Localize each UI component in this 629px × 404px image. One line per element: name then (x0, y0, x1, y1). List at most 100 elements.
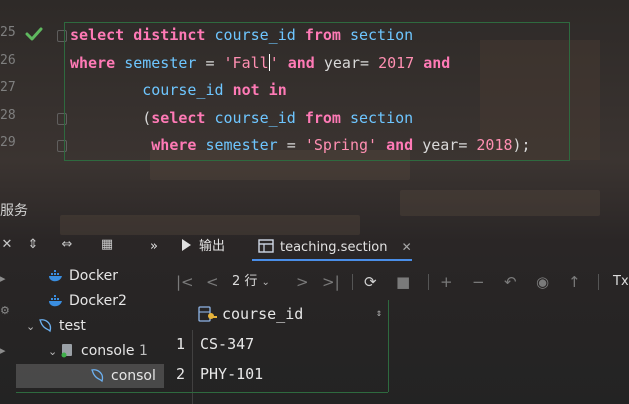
code-token: from (304, 26, 350, 44)
tab-close-icon[interactable]: ✕ (402, 240, 412, 254)
code-line[interactable]: select distinct course_id from section (70, 24, 413, 46)
docker-icon (49, 270, 62, 282)
table-cell[interactable]: PHY-101 (200, 360, 263, 388)
table-cell[interactable]: CS-347 (200, 330, 254, 358)
chevron-down-icon[interactable]: ⌄ (26, 315, 38, 339)
code-line[interactable]: (select course_id from section (70, 107, 413, 129)
code-token: 'Fall (223, 54, 269, 72)
tree-item-console-suffix: 1 (138, 343, 148, 359)
view-icon[interactable]: ◉ (536, 270, 549, 294)
code-line[interactable]: where semester = 'Fall' and year= 2017 a… (70, 52, 450, 74)
tab-teaching-section-label: teaching.section (280, 240, 388, 255)
code-token: section (349, 109, 414, 127)
code-token: not in (232, 81, 287, 99)
code-token: 'Spring' (304, 136, 387, 154)
refresh-icon[interactable]: ⟳ (364, 270, 377, 294)
code-line[interactable]: where semester = 'Spring' and year= 2018… (70, 134, 530, 156)
wallpaper-desk (60, 215, 360, 235)
pin-icon[interactable]: ▸ (0, 344, 12, 357)
code-token: select (151, 109, 215, 127)
tree-item-console-child[interactable]: consol (16, 364, 164, 388)
revert-icon[interactable]: ↶ (504, 270, 517, 294)
tree-item-docker[interactable]: Docker (48, 264, 118, 288)
tree-item-console-child-label: consol (111, 368, 156, 384)
delete-row-icon[interactable]: − (472, 270, 485, 294)
submit-icon[interactable]: ↑ (568, 270, 581, 294)
line-number: 29 (0, 135, 16, 150)
code-token: year= (323, 54, 379, 72)
editor-gutter: 25 26 27 28 29 (0, 18, 67, 164)
console-icon (61, 344, 72, 358)
stop-icon[interactable]: ■ (396, 270, 410, 294)
side-strip: ▸ ⚙ ▸ (0, 260, 14, 404)
toolbar-separator (428, 274, 429, 290)
play-icon (182, 239, 191, 251)
tree-item-docker2-label: Docker2 (69, 293, 127, 309)
toolbar-separator (352, 274, 353, 290)
docker-icon (49, 295, 62, 307)
code-token: and (386, 136, 423, 154)
database-connection-icon (39, 319, 52, 333)
previous-page-icon[interactable]: < (206, 270, 219, 294)
expand-all-icon[interactable]: ⇕ (24, 236, 42, 254)
code-token: section (349, 26, 414, 44)
code-token: course_id (214, 26, 305, 44)
code-token: = (286, 136, 305, 154)
code-token: and (287, 54, 324, 72)
code-token: 2018 (476, 136, 513, 154)
tree-item-console-label: console (81, 343, 135, 359)
active-tab-indicator (252, 259, 412, 261)
tree-item-docker-label: Docker (69, 268, 119, 284)
code-token: ' (269, 54, 288, 72)
tab-output[interactable]: 输出 (182, 236, 225, 258)
group-by-icon[interactable]: ▦ (98, 236, 116, 254)
expand-icon[interactable]: ▸ (0, 272, 12, 285)
code-token: select distinct (70, 26, 215, 44)
code-token: and (423, 54, 451, 72)
code-token: course_id (214, 109, 305, 127)
services-panel-title: 服务 (0, 203, 28, 219)
line-number: 25 (0, 25, 16, 40)
sql-editor[interactable]: 25 26 27 28 29 select distinct course_id… (0, 18, 629, 164)
add-row-icon[interactable]: + (440, 270, 453, 294)
code-token: year= (422, 136, 477, 154)
tabs-overflow-button[interactable]: » (150, 236, 158, 258)
services-tree: Docker Docker2 ⌄ test ⌄ console 1 consol (16, 262, 164, 404)
line-number: 27 (0, 80, 16, 95)
tree-item-test[interactable]: ⌄ test (26, 314, 86, 338)
tab-output-label: 输出 (199, 239, 226, 254)
close-icon[interactable]: ✕ (0, 236, 16, 254)
last-page-icon[interactable]: >| (322, 270, 340, 294)
sort-icon[interactable]: ⇕ (376, 302, 382, 326)
transaction-mode-label[interactable]: Tx (613, 270, 629, 294)
tree-item-console[interactable]: ⌄ console 1 (48, 339, 148, 363)
selection-frame (388, 300, 389, 392)
code-token: from (304, 109, 350, 127)
code-line[interactable]: course_id not in (70, 79, 287, 101)
row-number: 2 (176, 365, 186, 383)
rows-count-select[interactable]: 2 行 ⌄ (232, 270, 270, 294)
rows-count-label: 2 行 (232, 274, 258, 289)
code-token: semester (205, 136, 287, 154)
result-toolbar: |< < 2 行 ⌄ > >| ⟳ ■ + − ↶ ◉ ↑ (170, 270, 629, 294)
code-token: semester (124, 54, 206, 72)
tree-item-test-label: test (59, 318, 86, 334)
chevron-down-icon: ⌄ (261, 277, 270, 288)
first-page-icon[interactable]: |< (176, 270, 194, 294)
tree-item-docker2[interactable]: Docker2 (48, 289, 127, 313)
tab-teaching-section[interactable]: teaching.section ✕ (258, 236, 412, 258)
table-icon (258, 239, 274, 253)
column-header-course-id[interactable]: course_id ⇕ (198, 302, 386, 326)
settings-icon[interactable]: ⚙ (0, 304, 12, 317)
next-page-icon[interactable]: > (296, 270, 309, 294)
table-row[interactable]: 1 CS-347 (170, 330, 410, 358)
line-number: 26 (0, 53, 16, 68)
collapse-all-icon[interactable]: ⇔ (58, 236, 76, 254)
checkmark-icon[interactable] (25, 27, 43, 41)
table-row[interactable]: 2 PHY-101 (170, 360, 410, 388)
code-token: 2017 (378, 54, 424, 72)
services-toolbar: ✕ ⇕ ⇔ ▦ (0, 236, 170, 256)
code-token: ( (70, 109, 152, 127)
chevron-down-icon[interactable]: ⌄ (48, 340, 60, 364)
code-token: where (70, 54, 125, 72)
